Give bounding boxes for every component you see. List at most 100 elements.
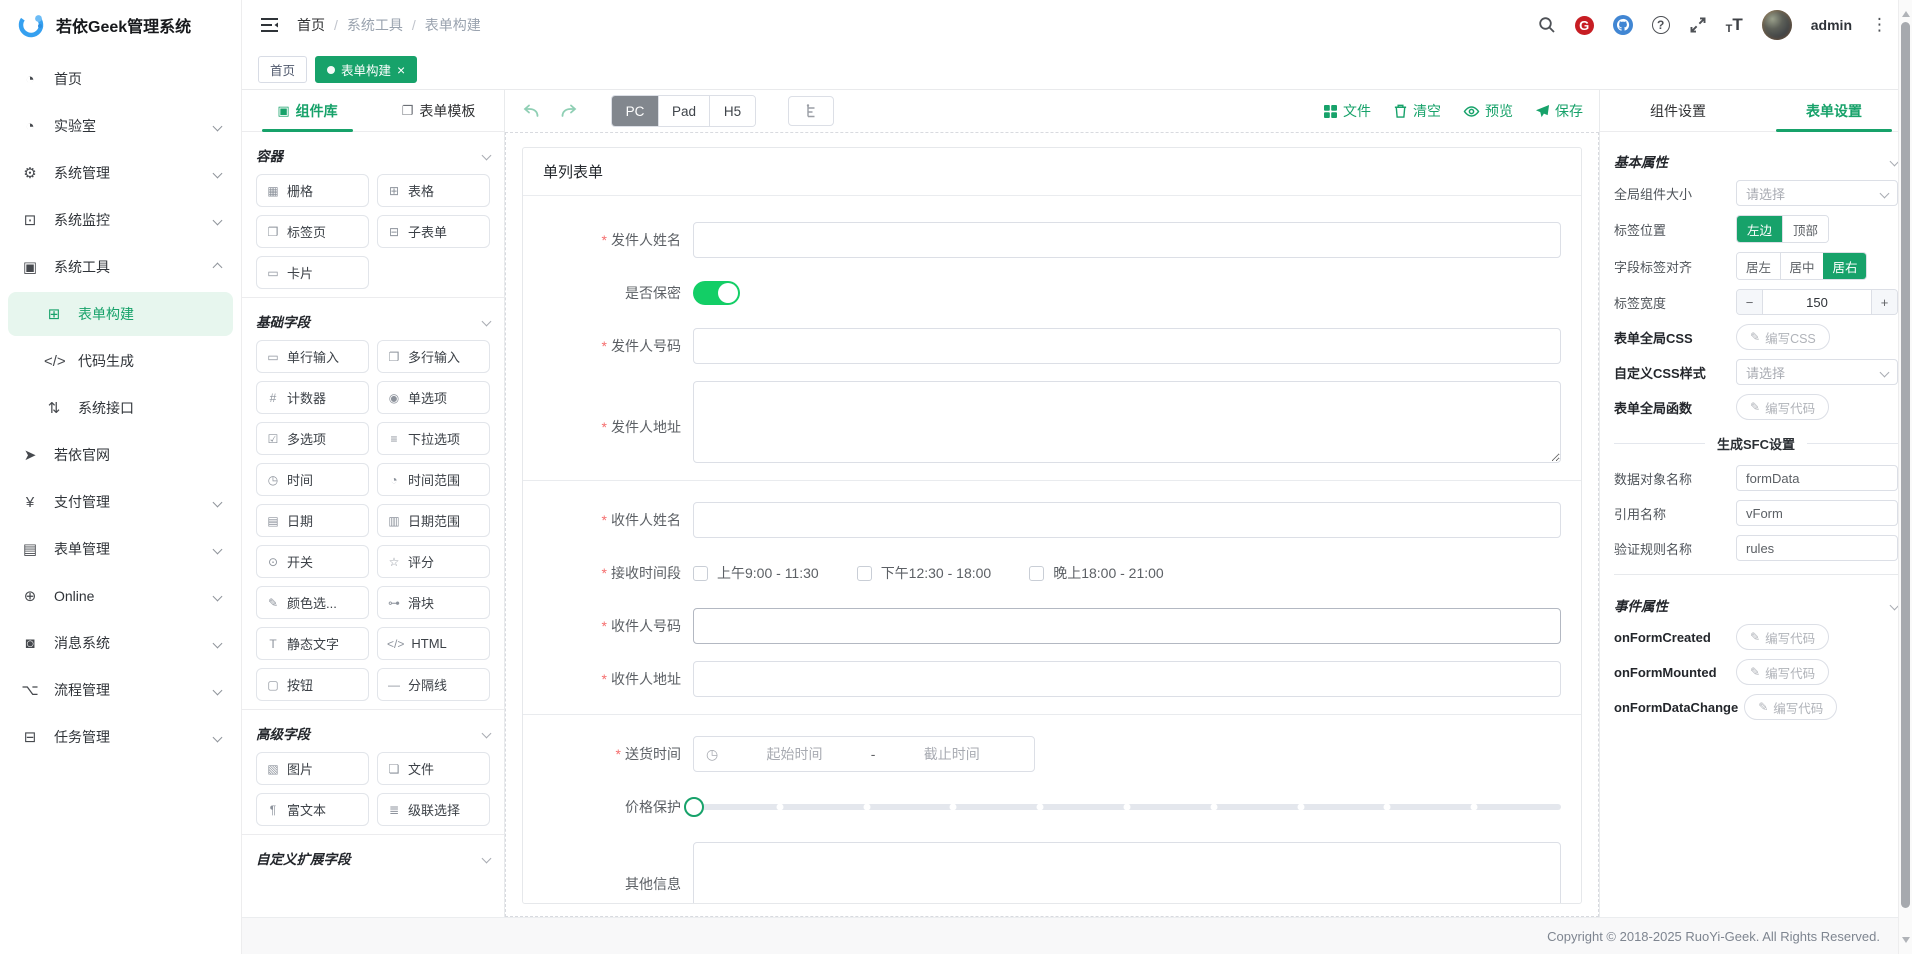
custom-css-select[interactable]: 请选择 [1736, 359, 1898, 385]
component-item-input[interactable]: ▭单行输入 [256, 340, 369, 373]
section-header[interactable]: 高级字段 [256, 714, 490, 752]
tab-component-settings[interactable]: 组件设置 [1600, 90, 1756, 131]
component-item-date-range[interactable]: ▥日期范围 [377, 504, 490, 537]
checkbox-option[interactable]: 下午12:30 - 18:00 [857, 563, 992, 583]
decrement-button[interactable]: − [1737, 290, 1763, 314]
checkbox-option[interactable]: 晚上18:00 - 21:00 [1029, 563, 1164, 583]
preview-button[interactable]: 预览 [1463, 101, 1513, 121]
text-input[interactable] [693, 328, 1561, 364]
component-item-slider[interactable]: ⊶滑块 [377, 586, 490, 619]
sidebar-item-home[interactable]: ◔首页 [8, 57, 233, 101]
sidebar-item-ruoyi-site[interactable]: ➤若依官网 [8, 433, 233, 477]
gitee-icon[interactable]: G [1575, 16, 1594, 35]
files-button[interactable]: 文件 [1323, 101, 1371, 121]
text-input[interactable] [693, 661, 1561, 697]
redo-icon[interactable] [559, 102, 579, 120]
tag-active[interactable]: 表单构建× [315, 56, 417, 83]
component-item-tabs[interactable]: ❐标签页 [256, 215, 369, 248]
section-header[interactable]: 基础字段 [256, 302, 490, 340]
checkbox-option[interactable]: 上午9:00 - 11:30 [693, 563, 819, 583]
sidebar-item-code-gen[interactable]: </>代码生成 [8, 339, 233, 383]
tab-component-library[interactable]: ▣ 组件库 [242, 90, 373, 131]
font-size-icon[interactable]: TT [1726, 15, 1743, 35]
github-icon[interactable] [1613, 15, 1633, 35]
sidebar-item-form-mgmt[interactable]: ▤表单管理 [8, 527, 233, 571]
component-item-divider[interactable]: —分隔线 [377, 668, 490, 701]
component-item-date[interactable]: ▤日期 [256, 504, 369, 537]
component-item-subform[interactable]: ⊟子表单 [377, 215, 490, 248]
clear-button[interactable]: 清空 [1393, 101, 1441, 121]
increment-button[interactable]: + [1871, 290, 1897, 314]
component-item-grid[interactable]: ▦栅格 [256, 174, 369, 207]
component-item-rich-text[interactable]: ¶富文本 [256, 793, 369, 826]
text-input[interactable] [693, 502, 1561, 538]
textarea-input[interactable] [693, 842, 1561, 903]
username[interactable]: admin [1811, 17, 1852, 33]
sidebar-item-system-api[interactable]: ⇅系统接口 [8, 386, 233, 430]
component-item-rate[interactable]: ☆评分 [377, 545, 490, 578]
slider[interactable] [693, 797, 1561, 817]
fullscreen-icon[interactable] [1689, 16, 1707, 34]
sidebar-item-system-admin[interactable]: ⚙系统管理 [8, 151, 233, 195]
sidebar-item-form-builder[interactable]: ⊞表单构建 [8, 292, 233, 336]
device-pad-button[interactable]: Pad [658, 96, 709, 126]
device-h5-button[interactable]: H5 [709, 96, 755, 126]
label-position-top-button[interactable]: 顶部 [1782, 216, 1828, 242]
app-logo[interactable]: 若依Geek管理系统 [0, 0, 241, 50]
data-object-name-input[interactable] [1736, 465, 1898, 491]
component-item-switch[interactable]: ⊙开关 [256, 545, 369, 578]
align-left-button[interactable]: 居左 [1737, 253, 1780, 279]
component-item-time-range[interactable]: ◔时间范围 [377, 463, 490, 496]
component-item-file[interactable]: ❏文件 [377, 752, 490, 785]
outline-tree-button[interactable] [788, 96, 834, 126]
component-item-color-picker[interactable]: ✎颜色选... [256, 586, 369, 619]
global-size-select[interactable]: 请选择 [1736, 180, 1898, 206]
edit-css-button[interactable]: ✎ 编写CSS [1736, 324, 1830, 350]
ref-name-input[interactable] [1736, 500, 1898, 526]
sidebar-item-payment[interactable]: ¥支付管理 [8, 480, 233, 524]
component-item-card[interactable]: ▭卡片 [256, 256, 369, 289]
scrollbar-thumb[interactable] [1901, 22, 1910, 908]
toggle-switch[interactable] [693, 281, 740, 305]
save-button[interactable]: 保存 [1535, 101, 1583, 121]
edit-onformcreated-button[interactable]: ✎ 编写代码 [1736, 624, 1829, 650]
edit-function-button[interactable]: ✎ 编写代码 [1736, 394, 1829, 420]
component-item-cascader[interactable]: ≣级联选择 [377, 793, 490, 826]
sidebar-item-system-tools[interactable]: ▣系统工具 [8, 245, 233, 289]
breadcrumb-system-tools[interactable]: 系统工具 [347, 15, 403, 35]
sidebar-item-message[interactable]: ◙消息系统 [8, 621, 233, 665]
align-center-button[interactable]: 居中 [1780, 253, 1823, 279]
component-item-select[interactable]: ≡下拉选项 [377, 422, 490, 455]
label-width-value[interactable]: 150 [1763, 290, 1871, 314]
more-menu-icon[interactable]: ⋮ [1871, 15, 1888, 35]
component-item-html[interactable]: </>HTML [377, 627, 490, 660]
search-icon[interactable] [1538, 16, 1556, 34]
form-drop-area[interactable]: 单列表单 *发件人姓名是否保密*发件人号码*发件人地址*收件人姓名*接收时间段上… [505, 132, 1599, 917]
section-header[interactable]: 自定义扩展字段 [256, 839, 490, 877]
slider-handle[interactable] [684, 797, 704, 817]
component-item-image[interactable]: ▧图片 [256, 752, 369, 785]
breadcrumb-home[interactable]: 首页 [297, 15, 325, 35]
textarea-input[interactable] [693, 381, 1561, 463]
help-icon[interactable]: ? [1652, 16, 1670, 34]
breadcrumb-form-builder[interactable]: 表单构建 [425, 15, 481, 35]
event-properties-header[interactable]: 事件属性 [1614, 586, 1898, 624]
sidebar-item-tasks[interactable]: ⊟任务管理 [8, 715, 233, 759]
sidebar-collapse-icon[interactable] [260, 17, 279, 33]
edit-onformdatachange-button[interactable]: ✎ 编写代码 [1744, 694, 1837, 720]
sidebar-item-lab[interactable]: ◔实验室 [8, 104, 233, 148]
component-item-textarea[interactable]: ❐多行输入 [377, 340, 490, 373]
sidebar-item-online[interactable]: ⊕Online [8, 574, 233, 618]
text-input[interactable] [693, 608, 1561, 644]
component-item-static-text[interactable]: T静态文字 [256, 627, 369, 660]
section-header[interactable]: 容器 [256, 136, 490, 174]
align-right-button[interactable]: 居右 [1823, 253, 1866, 279]
tab-form-settings[interactable]: 表单设置 [1756, 90, 1912, 131]
component-item-radio[interactable]: ◉单选项 [377, 381, 490, 414]
label-position-left-button[interactable]: 左边 [1737, 216, 1782, 242]
close-icon[interactable]: × [397, 63, 405, 77]
scroll-down-arrow[interactable] [1902, 937, 1910, 947]
component-item-button[interactable]: ▢按钮 [256, 668, 369, 701]
sidebar-item-system-monitor[interactable]: ⊡系统监控 [8, 198, 233, 242]
device-pc-button[interactable]: PC [612, 96, 658, 126]
